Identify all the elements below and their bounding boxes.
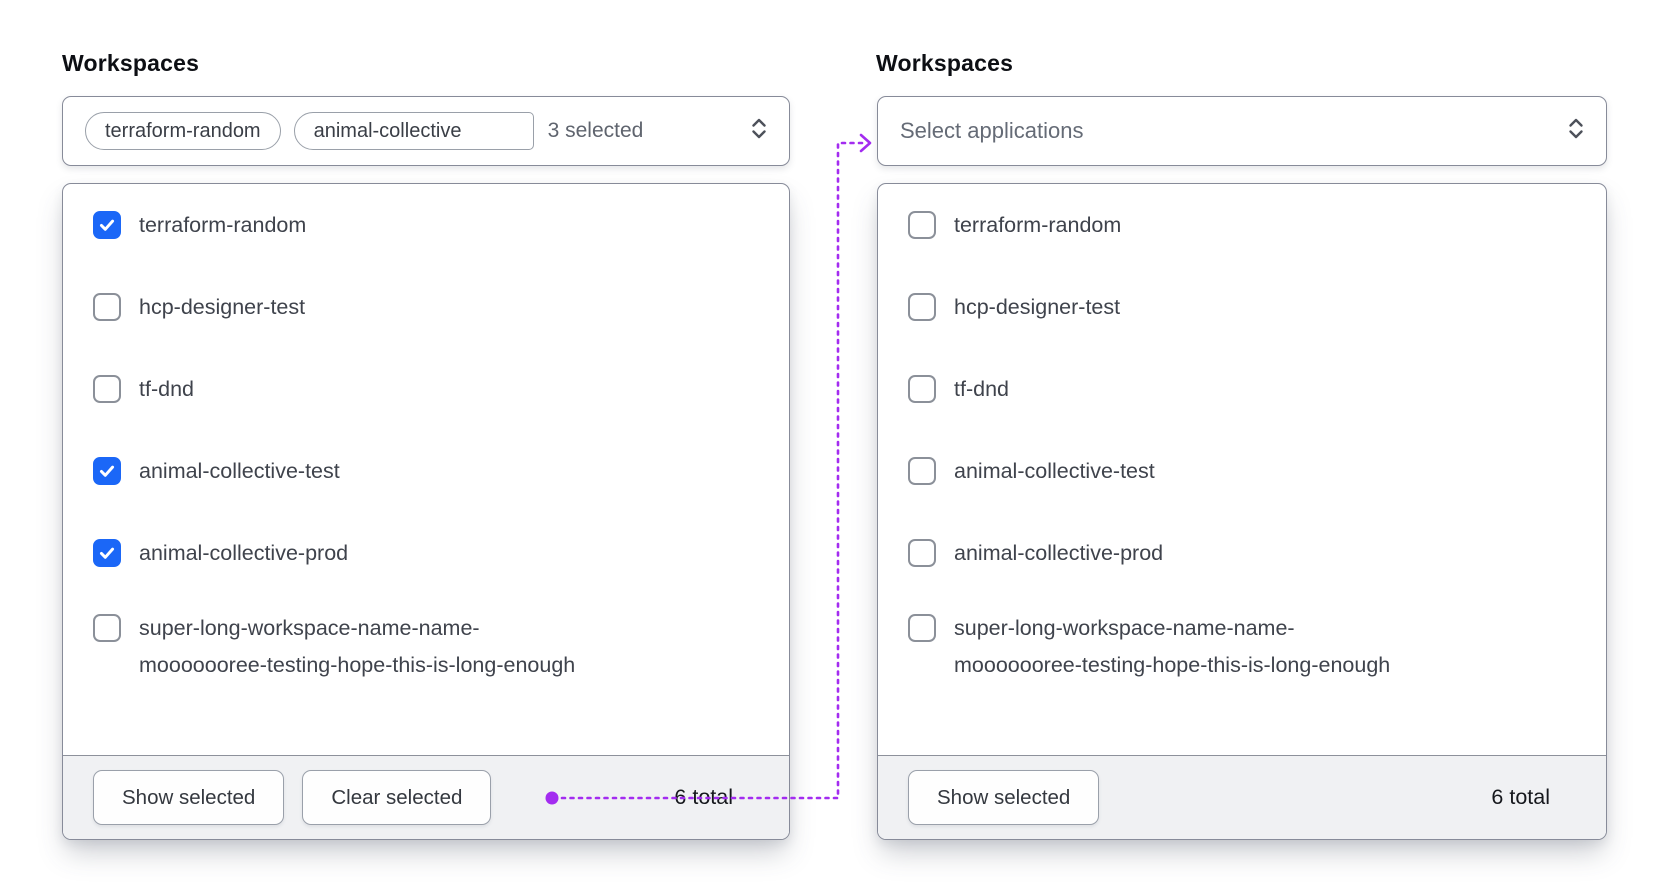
option-row[interactable]: animal-collective-test — [878, 430, 1606, 512]
show-selected-button[interactable]: Show selected — [908, 770, 1100, 825]
selected-count: 3 selected — [547, 119, 644, 142]
option-label: animal-collective-test — [139, 458, 340, 483]
check-icon — [99, 465, 115, 477]
caret-sort-icon — [1564, 115, 1588, 148]
checkbox[interactable] — [93, 614, 121, 642]
workspaces-listbox: terraform-random hcp-designer-test tf-dn… — [62, 183, 790, 840]
clear-selected-button[interactable]: Clear selected — [302, 770, 492, 825]
option-row[interactable]: animal-collective-test — [63, 430, 789, 512]
checkbox[interactable] — [908, 211, 936, 239]
caret-sort-icon — [747, 115, 771, 148]
selected-tag-label: terraform-random — [105, 119, 261, 142]
check-icon — [99, 219, 115, 231]
option-row[interactable]: animal-collective-prod — [63, 512, 789, 594]
option-list: terraform-random hcp-designer-test tf-dn… — [878, 184, 1606, 692]
option-label: animal-collective-prod — [954, 540, 1164, 565]
option-label: hcp-designer-test — [139, 294, 306, 319]
option-list: terraform-random hcp-designer-test tf-dn… — [63, 184, 789, 692]
checkbox[interactable] — [93, 539, 121, 567]
check-icon — [99, 547, 115, 559]
checkbox[interactable] — [93, 293, 121, 321]
total-count: 6 total — [1491, 785, 1550, 809]
workspaces-listbox: terraform-random hcp-designer-test tf-dn… — [877, 183, 1607, 840]
option-row[interactable]: super-long-workspace-name-name-moooooore… — [63, 594, 789, 692]
select-placeholder: Select applications — [900, 118, 1084, 143]
checkbox[interactable] — [93, 457, 121, 485]
option-label: terraform-random — [139, 212, 307, 237]
checkbox[interactable] — [908, 539, 936, 567]
option-label: super-long-workspace-name-name-moooooore… — [954, 616, 1391, 677]
checkbox[interactable] — [93, 375, 121, 403]
option-label: super-long-workspace-name-name-moooooore… — [139, 616, 576, 677]
option-row[interactable]: hcp-designer-test — [63, 266, 789, 348]
option-label: tf-dnd — [954, 376, 1009, 401]
selected-tag-truncated: animal-collective — [293, 112, 534, 150]
option-label: animal-collective-prod — [139, 540, 349, 565]
checkbox[interactable] — [908, 293, 936, 321]
checkbox[interactable] — [908, 457, 936, 485]
total-count: 6 total — [674, 785, 733, 809]
checkbox[interactable] — [908, 614, 936, 642]
option-row[interactable]: super-long-workspace-name-name-moooooore… — [878, 594, 1606, 692]
option-row[interactable]: hcp-designer-test — [878, 266, 1606, 348]
checkbox[interactable] — [93, 211, 121, 239]
selected-tag-label: animal-collective — [313, 119, 462, 142]
option-row[interactable]: tf-dnd — [63, 348, 789, 430]
option-label: tf-dnd — [139, 376, 194, 401]
page: Workspaces terraform-random animal-colle… — [0, 0, 1672, 892]
selected-tag: terraform-random — [85, 112, 281, 150]
listbox-footer: Show selected Clear selected 6 total — [63, 755, 789, 839]
option-row[interactable]: terraform-random — [63, 184, 789, 266]
workspaces-select-trigger[interactable]: terraform-random animal-collective 3 sel… — [62, 96, 790, 166]
option-label: terraform-random — [954, 212, 1122, 237]
connector-arrowhead-icon — [859, 133, 872, 153]
option-row[interactable]: terraform-random — [878, 184, 1606, 266]
workspaces-select-trigger[interactable]: Select applications — [877, 96, 1607, 166]
listbox-footer: Show selected 6 total — [878, 755, 1606, 839]
workspaces-label: Workspaces — [62, 50, 200, 76]
option-row[interactable]: animal-collective-prod — [878, 512, 1606, 594]
checkbox[interactable] — [908, 375, 936, 403]
workspaces-label: Workspaces — [876, 50, 1014, 76]
option-label: hcp-designer-test — [954, 294, 1121, 319]
option-label: animal-collective-test — [954, 458, 1155, 483]
show-selected-button[interactable]: Show selected — [93, 770, 285, 825]
option-row[interactable]: tf-dnd — [878, 348, 1606, 430]
